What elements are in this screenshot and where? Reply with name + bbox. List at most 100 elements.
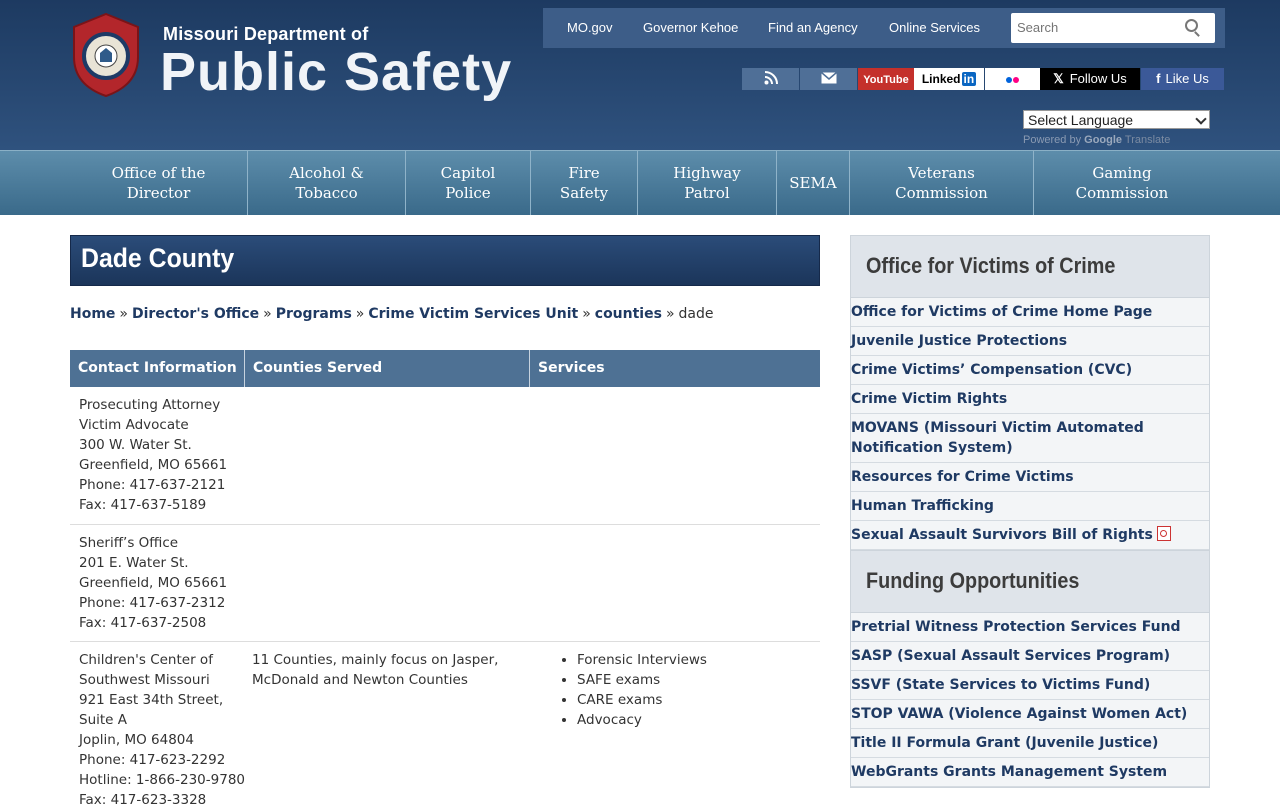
chevron-down-icon xyxy=(1195,113,1207,125)
x-follow-button[interactable]: 𝕏 Follow Us xyxy=(1040,68,1140,90)
breadcrumb-current: dade xyxy=(678,306,714,322)
nav-label: Highway xyxy=(673,164,741,182)
contact-line: Southwest Missouri xyxy=(79,672,210,688)
contact-line: Hotline: 1-866-230-9780 xyxy=(79,772,246,788)
nav-highway-patrol[interactable]: Highway Patrol xyxy=(638,151,777,215)
sidebar-link-pretrial-witness[interactable]: Pretrial Witness Protection Services Fun… xyxy=(851,613,1209,642)
breadcrumb-separator: » xyxy=(263,306,272,322)
email-button[interactable] xyxy=(800,68,857,90)
sidebar-section-title: Funding Opportunities xyxy=(866,568,1080,593)
contact-line: Fax: 417-623-3328 xyxy=(79,792,207,808)
sidebar-link-juvenile-justice[interactable]: Juvenile Justice Protections xyxy=(851,327,1209,356)
sidebar-link-survivors-bill-of-rights[interactable]: Sexual Assault Survivors Bill of Rights xyxy=(851,521,1209,550)
sidebar-link-movans[interactable]: MOVANS (Missouri Victim Automated Notifi… xyxy=(851,414,1209,463)
governor-link[interactable]: Governor Kehoe xyxy=(643,8,738,48)
powered-by-google-translate: Powered by Google Translate xyxy=(1023,134,1170,146)
sidebar-link-resources[interactable]: Resources for Crime Victims xyxy=(851,463,1209,492)
sidebar-link-ovc-home[interactable]: Office for Victims of Crime Home Page xyxy=(851,298,1209,327)
counties-cell: 11 Counties, mainly focus on Jasper, McD… xyxy=(252,650,498,690)
contact-line: Phone: 417-637-2121 xyxy=(79,477,226,493)
nav-office-of-director[interactable]: Office of the Director xyxy=(70,151,248,215)
breadcrumb-home[interactable]: Home xyxy=(70,306,115,322)
nav-label: Safety xyxy=(559,184,609,202)
email-icon xyxy=(820,71,837,84)
contact-line: Victim Advocate xyxy=(79,417,189,433)
contact-line: 921 East 34th Street, xyxy=(79,692,224,708)
nav-label: Veterans xyxy=(908,164,975,182)
mo-gov-link[interactable]: MO.gov xyxy=(567,8,613,48)
linkedin-button[interactable]: Linked in xyxy=(914,68,984,90)
facebook-like-button[interactable]: f Like Us xyxy=(1141,68,1224,90)
sidebar-link-victim-rights[interactable]: Crime Victim Rights xyxy=(851,385,1209,414)
breadcrumb-separator: » xyxy=(665,306,675,322)
rss-button[interactable] xyxy=(742,68,799,90)
contact-line: 300 W. Water St. xyxy=(79,437,192,453)
sidebar-link-webgrants[interactable]: WebGrants Grants Management System xyxy=(851,758,1209,787)
page-title-banner: Dade County xyxy=(70,235,820,286)
nav-alcohol-tobacco[interactable]: Alcohol & Tobacco xyxy=(248,151,406,215)
table-row: Prosecuting Attorney Victim Advocate 300… xyxy=(70,387,820,525)
powered-by-label: Powered by xyxy=(1023,134,1082,146)
breadcrumb-separator: » xyxy=(119,306,128,322)
contact-line: Joplin, MO 64804 xyxy=(79,732,194,748)
breadcrumb-programs[interactable]: Programs xyxy=(276,306,352,322)
service-item: Advocacy xyxy=(577,710,707,730)
nav-gaming-commission[interactable]: Gaming Commission xyxy=(1034,151,1210,215)
sidebar-link-title-ii[interactable]: Title II Formula Grant (Juvenile Justice… xyxy=(851,729,1209,758)
contact-line: 201 E. Water St. xyxy=(79,555,189,571)
sidebar-section-header: Office for Victims of Crime xyxy=(851,236,1209,298)
pdf-icon xyxy=(1156,526,1171,541)
contact-line: Greenfield, MO 65661 xyxy=(79,575,228,591)
nav-sema[interactable]: SEMA xyxy=(777,151,850,215)
nav-label: Police xyxy=(445,184,491,202)
missouri-seal-logo[interactable] xyxy=(71,13,141,97)
search-icon[interactable] xyxy=(1185,19,1198,32)
breadcrumb-directors-office[interactable]: Director's Office xyxy=(132,306,259,322)
contact-line: Sheriff’s Office xyxy=(79,535,179,551)
nav-capitol-police[interactable]: Capitol Police xyxy=(406,151,531,215)
online-services-link[interactable]: Online Services xyxy=(889,8,980,48)
nav-label: Capitol xyxy=(440,164,496,182)
contact-line: Fax: 417-637-2508 xyxy=(79,615,207,631)
translate-link[interactable]: Translate xyxy=(1125,134,1170,146)
youtube-button[interactable]: YouTube xyxy=(858,68,914,90)
table-row: Children's Center of Southwest Missouri … xyxy=(70,642,820,812)
x-icon: 𝕏 xyxy=(1053,71,1064,86)
breadcrumb-crime-victim-services[interactable]: Crime Victim Services Unit xyxy=(368,306,578,322)
language-select[interactable]: Select Language xyxy=(1023,110,1210,129)
rss-icon xyxy=(764,71,778,85)
sidebar-link-human-trafficking[interactable]: Human Trafficking xyxy=(851,492,1209,521)
follow-us-label: Follow Us xyxy=(1069,71,1127,86)
logo-title[interactable]: Public Safety xyxy=(160,42,512,102)
sidebar-link-ssvf[interactable]: SSVF (State Services to Victims Fund) xyxy=(851,671,1209,700)
sidebar-section-header: Funding Opportunities xyxy=(851,550,1209,613)
breadcrumb-counties[interactable]: counties xyxy=(595,306,662,322)
nav-label: Alcohol & xyxy=(289,164,364,182)
counties-line: 11 Counties, mainly focus on Jasper, xyxy=(252,652,499,668)
flickr-dot-icon xyxy=(1013,77,1019,83)
sidebar-section-title: Office for Victims of Crime xyxy=(866,253,1116,278)
site-header: Missouri Department of Public Safety MO.… xyxy=(0,0,1280,150)
contact-line: Fax: 417-637-5189 xyxy=(79,497,207,513)
nav-label: Gaming xyxy=(1092,164,1152,182)
search-input[interactable] xyxy=(1015,19,1179,36)
nav-veterans-commission[interactable]: Veterans Commission xyxy=(850,151,1034,215)
contact-cell: Prosecuting Attorney Victim Advocate 300… xyxy=(79,395,227,515)
nav-fire-safety[interactable]: Fire Safety xyxy=(531,151,638,215)
contact-line: Prosecuting Attorney xyxy=(79,397,221,413)
sidebar-link-sasp[interactable]: SASP (Sexual Assault Services Program) xyxy=(851,642,1209,671)
linkedin-logo: Linked in xyxy=(921,72,977,86)
sidebar-link-label: Sexual Assault Survivors Bill of Rights xyxy=(851,527,1153,543)
sidebar-link-stop-vawa[interactable]: STOP VAWA (Violence Against Women Act) xyxy=(851,700,1209,729)
service-item: Forensic Interviews xyxy=(577,650,707,670)
google-logo: Google xyxy=(1084,134,1123,146)
find-agency-link[interactable]: Find an Agency xyxy=(768,8,858,48)
contact-line: Greenfield, MO 65661 xyxy=(79,457,228,473)
contact-line: Phone: 417-623-2292 xyxy=(79,752,226,768)
like-us-label: Like Us xyxy=(1165,71,1209,86)
nav-label: Office of the xyxy=(111,164,206,182)
sidebar-link-cvc[interactable]: Crime Victims’ Compensation (CVC) xyxy=(851,356,1209,385)
contact-cell: Sheriff’s Office 201 E. Water St. Greenf… xyxy=(79,533,227,633)
flickr-button[interactable] xyxy=(985,68,1040,90)
column-header-contact: Contact Information xyxy=(78,360,237,376)
